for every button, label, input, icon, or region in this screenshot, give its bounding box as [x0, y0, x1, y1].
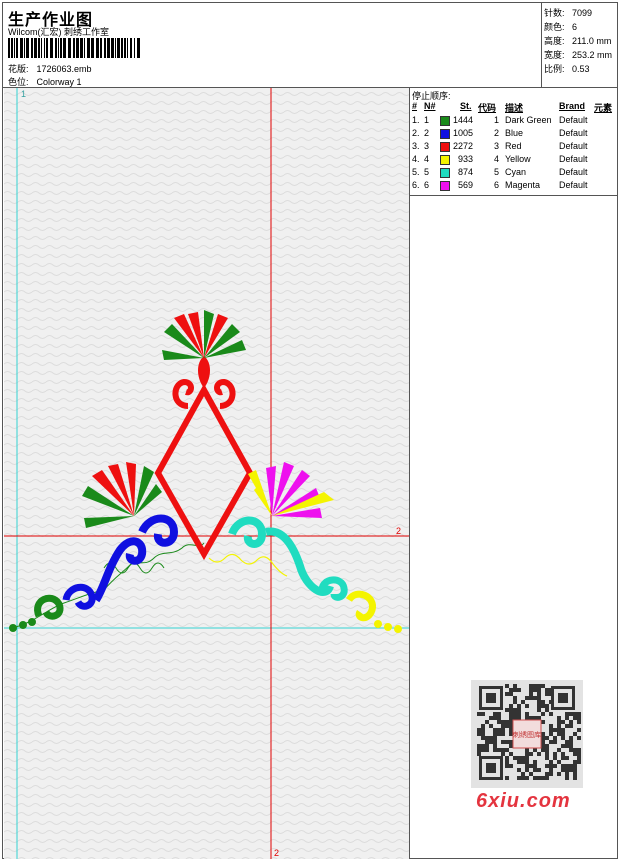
spec-colors: 颜色: 6	[544, 22, 578, 32]
canvas-background	[4, 88, 409, 859]
row-stitches: 933	[457, 154, 473, 164]
watermark-site: 6xiu.com	[476, 790, 571, 812]
colorway-label: 色位:	[8, 77, 29, 87]
color-swatch	[440, 142, 450, 152]
color-swatch	[440, 168, 450, 178]
row-needle: 5	[424, 167, 430, 177]
specs-divider	[541, 2, 542, 87]
sequence-row: 1. 1 1444 1 Dark Green Default	[410, 115, 618, 128]
col-header-stitches: St.	[460, 101, 472, 111]
row-brand: Default	[559, 128, 588, 138]
sequence-row: 5. 5 874 5 Cyan Default	[410, 167, 618, 180]
row-brand: Default	[559, 180, 588, 190]
row-needle: 3	[424, 141, 430, 151]
spec-height: 高度: 211.0 mm	[544, 36, 612, 46]
col-header-index: #	[412, 101, 418, 111]
row-description: Blue	[505, 128, 524, 138]
row-brand: Default	[559, 115, 588, 125]
qr-code-icon: 刺绣图库	[471, 680, 583, 788]
row-index: 2.	[412, 128, 420, 138]
row-code: 5	[494, 167, 500, 177]
row-description: Cyan	[505, 167, 527, 177]
row-brand: Default	[559, 167, 588, 177]
design-file-name: 1726063.emb	[36, 64, 92, 74]
col-header-needle: N#	[424, 101, 436, 111]
guide-label-top: 1	[21, 89, 26, 99]
row-description: Magenta	[505, 180, 541, 190]
colorway-line: 色位: Colorway 1	[8, 75, 82, 88]
canvas-divider	[409, 87, 410, 859]
sequence-row: 2. 2 1005 2 Blue Default	[410, 128, 618, 141]
row-description: Red	[505, 141, 522, 151]
row-index: 1.	[412, 115, 420, 125]
row-index: 3.	[412, 141, 420, 151]
colorway-name: Colorway 1	[36, 77, 82, 87]
row-stitches: 569	[457, 180, 473, 190]
row-stitches: 2272	[452, 141, 473, 151]
sequence-divider	[409, 195, 618, 196]
embroidery-preview: 1 2 2	[4, 88, 409, 859]
spec-scale: 比例: 0.53	[544, 64, 590, 74]
stop-sequence-table: 停止顺序: # N# St. 代码 描述 Brand 元素 1. 1 1444 1 Da…	[410, 88, 618, 195]
row-brand: Default	[559, 141, 588, 151]
spec-stitches: 针数: 7099	[544, 8, 593, 18]
row-code: 6	[494, 180, 500, 190]
guide-label-bottom: 2	[274, 848, 279, 858]
row-brand: Default	[559, 154, 588, 164]
sequence-row: 3. 3 2272 3 Red Default	[410, 141, 618, 154]
row-code: 3	[494, 141, 500, 151]
guide-label-right: 2	[396, 526, 401, 536]
row-description: Yellow	[505, 154, 531, 164]
row-code: 1	[494, 115, 500, 125]
color-swatch	[440, 155, 450, 165]
design-canvas: 1 2 2	[4, 88, 409, 859]
design-specs: 针数: 7099 颜色: 6 高度: 211.0 mm 宽度: 253.2 mm 比例:…	[544, 6, 612, 76]
col-header-element: 元素	[594, 103, 613, 113]
sequence-row: 6. 6 569 6 Magenta Default	[410, 180, 618, 193]
row-index: 6.	[412, 180, 420, 190]
row-description: Dark Green	[505, 115, 552, 125]
color-swatch	[440, 116, 450, 126]
col-header-code: 代码	[478, 103, 497, 113]
row-stitches: 874	[457, 167, 473, 177]
sequence-row: 4. 4 933 4 Yellow Default	[410, 154, 618, 167]
row-needle: 2	[424, 128, 430, 138]
row-code: 4	[494, 154, 500, 164]
barcode-icon	[8, 38, 140, 58]
row-needle: 4	[424, 154, 430, 164]
color-swatch	[440, 181, 450, 191]
row-stitches: 1005	[452, 128, 473, 138]
spec-width: 宽度: 253.2 mm	[544, 50, 613, 60]
col-header-brand: Brand	[559, 101, 586, 111]
col-header-description: 描述	[505, 103, 524, 113]
row-needle: 1	[424, 115, 430, 125]
color-swatch	[440, 129, 450, 139]
row-index: 5.	[412, 167, 420, 177]
row-needle: 6	[424, 180, 430, 190]
qr-badge-text: 刺绣图库	[513, 730, 541, 739]
row-code: 2	[494, 128, 500, 138]
row-stitches: 1444	[452, 115, 473, 125]
studio-name: Wilcom(汇宏) 刺绣工作室	[8, 27, 109, 37]
design-file-label: 花版:	[8, 64, 29, 74]
design-file-line: 花版: 1726063.emb	[8, 62, 92, 75]
row-index: 4.	[412, 154, 420, 164]
